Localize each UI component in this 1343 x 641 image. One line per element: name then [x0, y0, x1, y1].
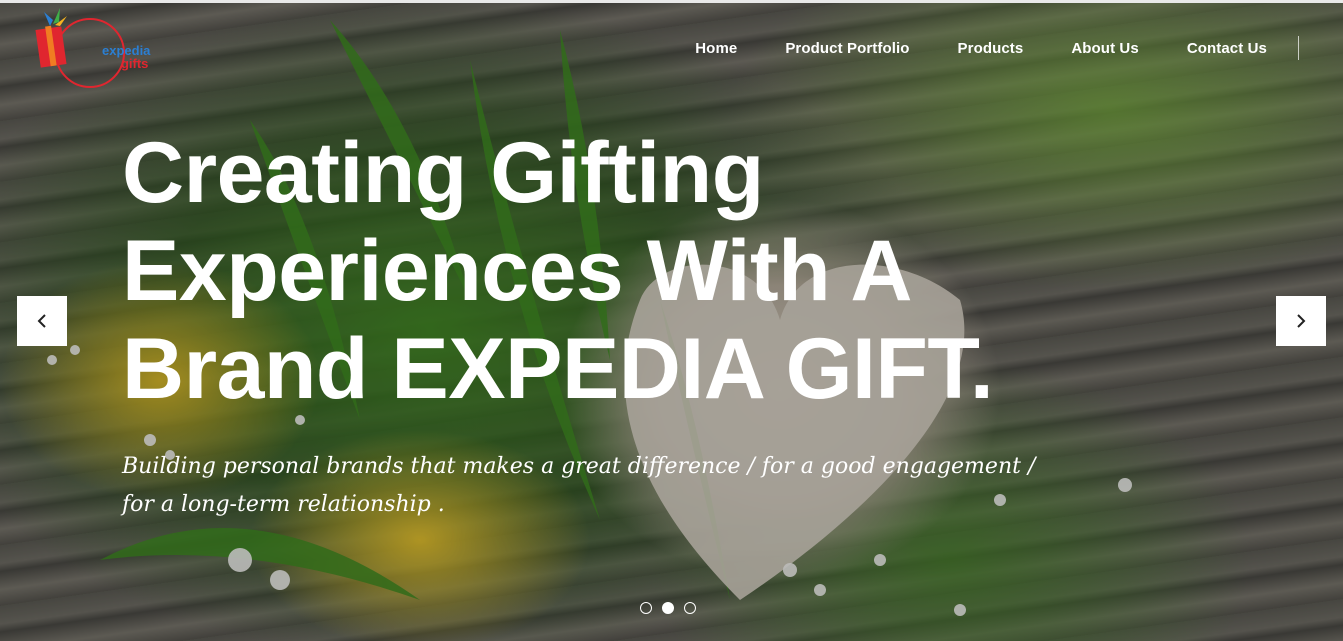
nav-divider — [1298, 36, 1299, 60]
chevron-right-icon — [1297, 314, 1306, 328]
nav-products[interactable]: Products — [958, 40, 1024, 57]
headline-line-3: Brand EXPEDIA GIFT. — [122, 321, 994, 417]
carousel-prev-button[interactable] — [17, 296, 67, 346]
brand-logo[interactable]: expedia gifts — [34, 6, 150, 92]
nav-product-portfolio[interactable]: Product Portfolio — [785, 40, 909, 57]
nav-home[interactable]: Home — [695, 40, 737, 57]
tagline-line-1: Building personal brands that makes a gr… — [122, 454, 1036, 479]
carousel-dot-1[interactable] — [640, 602, 652, 614]
hero-tagline: Building personal brands that makes a gr… — [122, 448, 1102, 524]
hero-headline: Creating Gifting Experiences With A Bran… — [122, 124, 1122, 418]
tagline-line-2: for a long-term relationship . — [122, 492, 445, 517]
carousel-dot-3[interactable] — [684, 602, 696, 614]
main-nav: Home Product Portfolio Products About Us… — [647, 36, 1299, 60]
headline-line-2: Experiences With A — [122, 223, 912, 319]
nav-contact-us[interactable]: Contact Us — [1187, 40, 1267, 57]
chevron-left-icon — [37, 314, 46, 328]
headline-line-1: Creating Gifting — [122, 125, 764, 221]
logo-wordmark: expedia gifts — [102, 44, 150, 70]
nav-about-us[interactable]: About Us — [1071, 40, 1138, 57]
logo-line2: gifts — [120, 56, 149, 71]
top-border — [0, 0, 1343, 3]
carousel-indicators — [640, 602, 706, 614]
carousel-dot-2[interactable] — [662, 602, 674, 614]
carousel-next-button[interactable] — [1276, 296, 1326, 346]
